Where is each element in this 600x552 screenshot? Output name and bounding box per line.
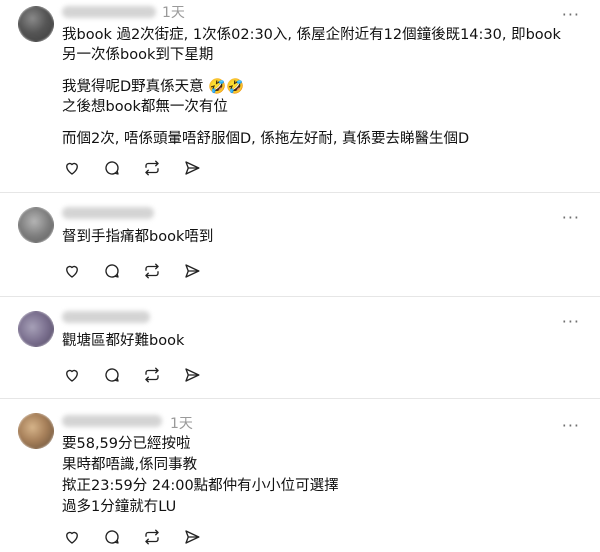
post-actions [62, 261, 202, 281]
divider [0, 296, 600, 297]
like-icon[interactable] [62, 527, 82, 547]
post-text: 觀塘區都好難book [62, 331, 184, 351]
post-text: 要58,59分已經按啦 果時都唔識,係同事教 揿正23:59分 24:00點都仲… [62, 434, 339, 518]
reply-icon[interactable] [102, 158, 122, 178]
more-options-icon[interactable]: ··· [562, 314, 580, 330]
reply-icon[interactable] [102, 365, 122, 385]
post-line: 我覺得呢D野真係天意 🤣🤣 [62, 79, 245, 95]
more-options-icon[interactable]: ··· [562, 7, 580, 23]
post-text: 我book 過2次街症, 1次係02:30入, 係屋企附近有12個鐘後既14:3… [62, 25, 561, 149]
more-options-icon[interactable]: ··· [562, 210, 580, 226]
post-line: 另一次係book到下星期 [62, 47, 214, 63]
repost-icon[interactable] [142, 365, 162, 385]
avatar[interactable] [18, 6, 54, 42]
post-line: 揿正23:59分 24:00點都仲有小小位可選擇 [62, 478, 339, 494]
post-line: 要58,59分已經按啦 [62, 436, 191, 452]
post-line: 觀塘區都好難book [62, 333, 185, 349]
post-actions [62, 158, 202, 178]
share-icon[interactable] [182, 158, 202, 178]
share-icon[interactable] [182, 261, 202, 281]
more-options-icon[interactable]: ··· [562, 418, 580, 434]
username[interactable] [62, 415, 162, 427]
like-icon[interactable] [62, 158, 82, 178]
username[interactable] [62, 6, 156, 18]
post-line: 過多1分鐘就冇LU [62, 499, 177, 515]
repost-icon[interactable] [142, 158, 162, 178]
username[interactable] [62, 207, 154, 219]
share-icon[interactable] [182, 365, 202, 385]
divider [0, 398, 600, 399]
repost-icon[interactable] [142, 261, 162, 281]
repost-icon[interactable] [142, 527, 162, 547]
post-text: 督到手指痛都book唔到 [62, 227, 213, 247]
post-line: 果時都唔識,係同事教 [62, 457, 198, 473]
like-icon[interactable] [62, 261, 82, 281]
like-icon[interactable] [62, 365, 82, 385]
post-actions [62, 365, 202, 385]
username[interactable] [62, 311, 150, 323]
post-line: 我book 過2次街症, 1次係02:30入, 係屋企附近有12個鐘後既14:3… [62, 27, 561, 43]
avatar[interactable] [18, 413, 54, 449]
avatar[interactable] [18, 311, 54, 347]
post-line: 督到手指痛都book唔到 [62, 229, 214, 245]
avatar[interactable] [18, 207, 54, 243]
reply-icon[interactable] [102, 261, 122, 281]
post-time: 1天 [162, 5, 185, 21]
post-time: 1天 [170, 416, 193, 432]
post-line: 而個2次, 唔係頭暈唔舒服個D, 係拖左好耐, 真係要去睇醫生個D [62, 131, 470, 147]
share-icon[interactable] [182, 527, 202, 547]
divider [0, 192, 600, 193]
post-actions [62, 527, 202, 547]
reply-icon[interactable] [102, 527, 122, 547]
post-line: 之後想book都無一次有位 [62, 99, 228, 115]
